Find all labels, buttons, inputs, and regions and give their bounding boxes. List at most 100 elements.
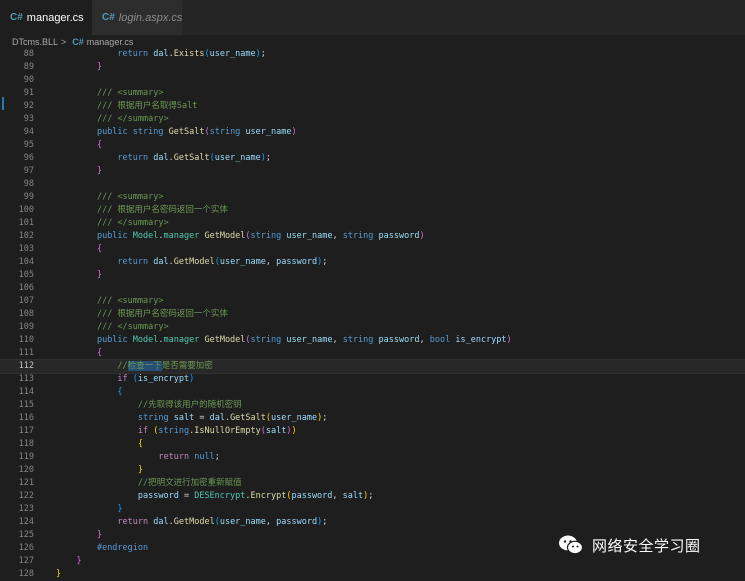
- code-token: password: [378, 231, 420, 241]
- code-line[interactable]: 107 /// <summary>: [0, 295, 745, 308]
- code-text: }: [56, 464, 143, 477]
- code-text: if (is_encrypt): [56, 373, 194, 386]
- code-line[interactable]: 95 {: [0, 139, 745, 152]
- code-token: }: [56, 569, 62, 579]
- code-line[interactable]: 90: [0, 74, 745, 87]
- code-line[interactable]: 96 return dal.GetSalt(user_name);: [0, 152, 745, 165]
- code-line[interactable]: 114 {: [0, 386, 745, 399]
- code-token: string: [209, 127, 241, 137]
- code-token: {: [96, 140, 103, 150]
- code-token: <summary>: [117, 192, 164, 202]
- code-line[interactable]: 119 return null;: [0, 451, 745, 464]
- code-text: }: [56, 503, 123, 516]
- code-token: dal: [153, 257, 169, 267]
- code-text: {: [56, 243, 102, 256]
- code-token: ;: [322, 257, 328, 267]
- line-number: 111: [18, 348, 34, 358]
- code-line[interactable]: 122 password = DESEncrypt.Encrypt(passwo…: [0, 490, 745, 503]
- code-line[interactable]: 113 if (is_encrypt): [0, 373, 745, 386]
- code-token: public: [96, 127, 128, 137]
- code-text: /// </summary>: [56, 113, 169, 126]
- code-line[interactable]: 117 if (string.IsNullOrEmpty(salt)): [0, 425, 745, 438]
- code-line[interactable]: 99 /// <summary>: [0, 191, 745, 204]
- code-token: ,: [265, 517, 277, 527]
- breadcrumb-file[interactable]: manager.cs: [87, 37, 134, 47]
- line-number: 127: [18, 556, 34, 566]
- code-line[interactable]: 88 return dal.Exists(user_name);: [0, 48, 745, 61]
- csharp-file-icon: C#: [102, 12, 115, 23]
- code-line[interactable]: 127 }: [0, 555, 745, 568]
- code-line[interactable]: 108 /// 根据用户名密码返回一个实体: [0, 308, 745, 321]
- code-line[interactable]: 111 {: [0, 347, 745, 360]
- tab-bar: C# manager.cs ✕ C# login.aspx.cs: [0, 0, 745, 35]
- code-token: ,: [332, 335, 343, 345]
- code-line[interactable]: 109 /// </summary>: [0, 321, 745, 334]
- code-line[interactable]: 98: [0, 178, 745, 191]
- code-token: password: [137, 491, 179, 501]
- code-token: user_name: [219, 517, 266, 527]
- code-token: string: [137, 413, 169, 423]
- code-line[interactable]: 104 return dal.GetModel(user_name, passw…: [0, 256, 745, 269]
- code-line[interactable]: 103 {: [0, 243, 745, 256]
- breadcrumb-project[interactable]: DTcms.BLL: [12, 37, 58, 47]
- code-line[interactable]: 105 }: [0, 269, 745, 282]
- code-line[interactable]: 128}: [0, 568, 745, 581]
- code-line[interactable]: 115 //先取得该用户的随机密钥: [0, 399, 745, 412]
- line-number: 114: [18, 387, 34, 397]
- line-number: 94: [23, 127, 34, 137]
- code-token: ): [189, 374, 195, 384]
- code-token: IsNullOrEmpty: [194, 426, 261, 436]
- code-token: Model: [132, 335, 159, 345]
- code-token: ///: [96, 218, 118, 228]
- code-token: ///: [96, 296, 118, 306]
- code-line[interactable]: 94 public string GetSalt(string user_nam…: [0, 126, 745, 139]
- tab-login-aspx-cs[interactable]: C# login.aspx.cs: [92, 0, 182, 35]
- code-line[interactable]: 123 }: [0, 503, 745, 516]
- code-line[interactable]: 116 string salt = dal.GetSalt(user_name)…: [0, 412, 745, 425]
- code-line[interactable]: 93 /// </summary>: [0, 113, 745, 126]
- code-line[interactable]: 118 {: [0, 438, 745, 451]
- code-text: /// <summary>: [56, 295, 164, 308]
- code-text: /// </summary>: [56, 217, 169, 230]
- code-line[interactable]: 112 //检查一下是否需要加密: [0, 359, 745, 374]
- code-line[interactable]: 91 /// <summary>: [0, 87, 745, 100]
- code-line[interactable]: 97 }: [0, 165, 745, 178]
- code-token: GetSalt: [168, 127, 205, 137]
- code-line[interactable]: 121 //把明文进行加密重新赋值: [0, 477, 745, 490]
- line-number: 116: [18, 413, 34, 423]
- code-line[interactable]: 102 public Model.manager GetModel(string…: [0, 230, 745, 243]
- code-line[interactable]: 124 return dal.GetModel(user_name, passw…: [0, 516, 745, 529]
- code-line[interactable]: 89 }: [0, 61, 745, 74]
- code-text: /// 根据用户名密码返回一个实体: [56, 308, 228, 321]
- code-token: }: [117, 504, 123, 514]
- tab-manager-cs[interactable]: C# manager.cs ✕: [0, 0, 101, 35]
- line-number: 106: [18, 283, 34, 293]
- code-line[interactable]: 110 public Model.manager GetModel(string…: [0, 334, 745, 347]
- line-number: 92: [23, 101, 34, 111]
- code-line[interactable]: 92 /// 根据用户名取得Salt: [0, 100, 745, 113]
- code-token: ;: [368, 491, 374, 501]
- code-line[interactable]: 101 /// </summary>: [0, 217, 745, 230]
- code-editor[interactable]: 88 return dal.Exists(user_name); 89 } 90 91…: [0, 48, 745, 579]
- code-line[interactable]: 100 /// 根据用户名密码返回一个实体: [0, 204, 745, 217]
- line-number: 119: [18, 452, 34, 462]
- code-line[interactable]: 120 }: [0, 464, 745, 477]
- code-text: public Model.manager GetModel(string use…: [56, 230, 425, 243]
- code-token: }: [96, 270, 103, 280]
- code-token: </summary>: [117, 114, 169, 124]
- code-line[interactable]: 106: [0, 282, 745, 295]
